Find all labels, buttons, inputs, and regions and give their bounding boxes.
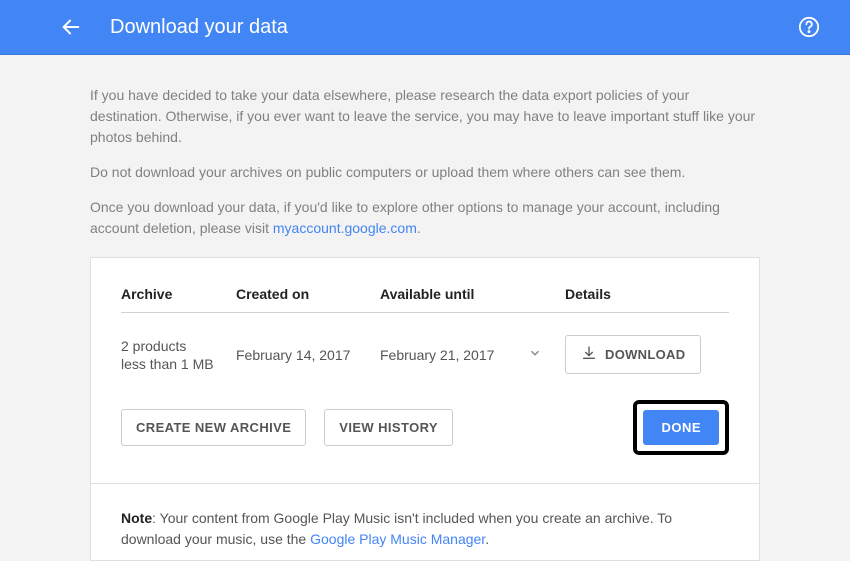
download-icon bbox=[581, 345, 597, 364]
done-button[interactable]: DONE bbox=[643, 410, 719, 445]
intro-paragraph-2: Do not download your archives on public … bbox=[90, 162, 760, 183]
play-music-manager-link[interactable]: Google Play Music Manager bbox=[310, 531, 485, 547]
chevron-down-icon[interactable] bbox=[528, 346, 542, 360]
download-button[interactable]: DOWNLOAD bbox=[565, 335, 701, 374]
intro-paragraph-3: Once you download your data, if you'd li… bbox=[90, 197, 760, 239]
archive-products: 2 products bbox=[121, 338, 236, 354]
myaccount-link[interactable]: myaccount.google.com bbox=[273, 220, 417, 236]
download-label: DOWNLOAD bbox=[605, 347, 685, 362]
th-created: Created on bbox=[236, 286, 380, 302]
main-content: If you have decided to take your data el… bbox=[0, 55, 850, 561]
th-details: Details bbox=[565, 286, 729, 302]
td-details: DOWNLOAD bbox=[565, 335, 729, 374]
table-header-row: Archive Created on Available until Detai… bbox=[121, 286, 729, 313]
view-history-button[interactable]: VIEW HISTORY bbox=[324, 409, 453, 446]
note-section: Note: Your content from Google Play Musi… bbox=[90, 484, 760, 561]
td-created: February 14, 2017 bbox=[236, 347, 380, 363]
done-highlight: DONE bbox=[633, 400, 729, 455]
back-arrow-icon[interactable] bbox=[60, 16, 82, 38]
td-archive: 2 products less than 1 MB bbox=[121, 338, 236, 372]
archive-size: less than 1 MB bbox=[121, 356, 236, 372]
create-archive-button[interactable]: CREATE NEW ARCHIVE bbox=[121, 409, 306, 446]
note-text: Note: Your content from Google Play Musi… bbox=[121, 508, 729, 550]
note-body-b: . bbox=[485, 531, 489, 547]
td-available: February 21, 2017 bbox=[380, 346, 565, 363]
app-header: Download your data bbox=[0, 0, 850, 55]
table-row: 2 products less than 1 MB February 14, 2… bbox=[121, 313, 729, 400]
available-date: February 21, 2017 bbox=[380, 347, 494, 363]
th-available: Available until bbox=[380, 286, 565, 302]
actions-row: CREATE NEW ARCHIVE VIEW HISTORY DONE bbox=[121, 400, 729, 465]
help-icon[interactable] bbox=[798, 16, 820, 38]
page-title: Download your data bbox=[110, 16, 288, 39]
intro-paragraph-1: If you have decided to take your data el… bbox=[90, 85, 760, 148]
archives-card: Archive Created on Available until Detai… bbox=[90, 257, 760, 484]
th-archive: Archive bbox=[121, 286, 236, 302]
intro-p3-text-b: . bbox=[417, 220, 421, 236]
note-prefix: Note bbox=[121, 510, 152, 526]
